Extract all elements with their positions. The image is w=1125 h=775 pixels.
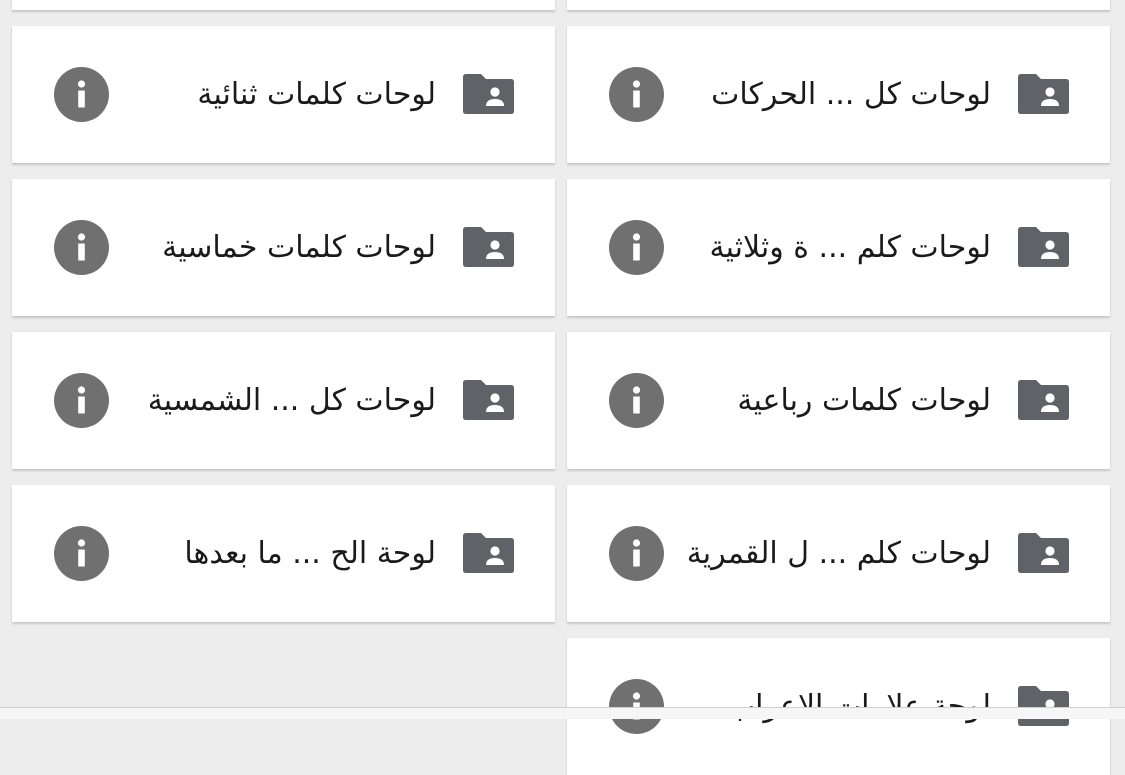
info-icon[interactable] bbox=[54, 526, 109, 581]
info-icon[interactable] bbox=[54, 220, 109, 275]
folder-shared-icon bbox=[463, 227, 514, 267]
folder-card[interactable]: لوحات كل ... الحركات bbox=[567, 26, 1110, 163]
folder-title: لوحات كلمات خماسية bbox=[162, 230, 436, 265]
folder-card[interactable]: لوحات كلم ... ة وثلاثية bbox=[567, 179, 1110, 316]
folder-shared-icon bbox=[463, 533, 514, 573]
info-icon[interactable] bbox=[54, 67, 109, 122]
folder-card-top-partial-left[interactable] bbox=[12, 0, 555, 10]
folder-card[interactable]: لوحة الح ... ما بعدها bbox=[12, 485, 555, 622]
folder-card[interactable]: لوحات كلمات رباعية bbox=[567, 332, 1110, 469]
folder-shared-icon bbox=[1018, 686, 1069, 726]
folder-card[interactable]: لوحات كل ... الشمسية bbox=[12, 332, 555, 469]
folder-shared-icon bbox=[1018, 533, 1069, 573]
info-icon[interactable] bbox=[54, 373, 109, 428]
folder-grid: لوحات كل ... الحركات لوحات كلمات ثنائية … bbox=[0, 0, 1125, 775]
folder-shared-icon bbox=[1018, 74, 1069, 114]
info-icon[interactable] bbox=[609, 67, 664, 122]
bottom-bar bbox=[0, 707, 1125, 719]
folder-title: لوحات كلم ... ل القمرية bbox=[686, 536, 991, 571]
folder-card[interactable]: لوحات كلمات ثنائية bbox=[12, 26, 555, 163]
folder-card-top-partial-right[interactable] bbox=[567, 0, 1110, 10]
folder-shared-icon bbox=[463, 74, 514, 114]
folder-shared-icon bbox=[1018, 227, 1069, 267]
info-icon[interactable] bbox=[609, 220, 664, 275]
folder-shared-icon bbox=[463, 380, 514, 420]
folder-title: لوحات كلمات رباعية bbox=[737, 383, 991, 418]
folder-title: لوحات كل ... الحركات bbox=[711, 77, 991, 112]
folder-title: لوحات كلمات ثنائية bbox=[197, 77, 436, 112]
folder-title: لوحة الح ... ما بعدها bbox=[184, 536, 436, 571]
folder-title: لوحات كل ... الشمسية bbox=[147, 383, 436, 418]
folder-shared-icon bbox=[1018, 380, 1069, 420]
info-icon[interactable] bbox=[609, 373, 664, 428]
folder-card[interactable]: لوحات كلم ... ل القمرية bbox=[567, 485, 1110, 622]
info-icon[interactable] bbox=[609, 526, 664, 581]
folder-title: لوحات كلم ... ة وثلاثية bbox=[709, 230, 991, 265]
folder-card[interactable]: لوحات كلمات خماسية bbox=[12, 179, 555, 316]
